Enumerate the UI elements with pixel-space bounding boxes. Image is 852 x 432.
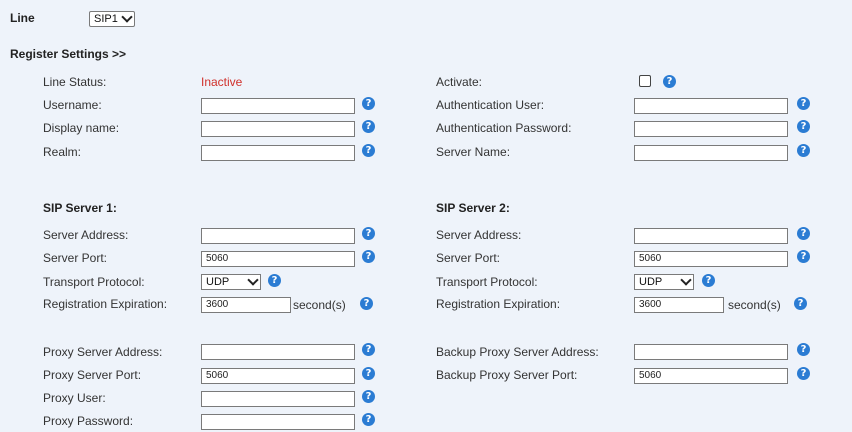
sip-server-2-title: SIP Server 2: xyxy=(436,201,510,215)
sip2-address-input[interactable] xyxy=(634,228,788,244)
sip1-expiration-label: Registration Expiration: xyxy=(43,297,168,311)
auth-password-input[interactable] xyxy=(634,121,788,137)
help-icon[interactable]: ? xyxy=(362,390,375,403)
backup-proxy-address-input[interactable] xyxy=(634,344,788,360)
help-icon[interactable]: ? xyxy=(362,413,375,426)
backup-proxy-port-label: Backup Proxy Server Port: xyxy=(436,368,578,382)
sip1-address-input[interactable] xyxy=(201,228,355,244)
help-icon[interactable]: ? xyxy=(362,144,375,157)
proxy-address-input[interactable] xyxy=(201,344,355,360)
help-icon[interactable]: ? xyxy=(797,97,810,110)
username-label: Username: xyxy=(43,98,102,112)
auth-user-input[interactable] xyxy=(634,98,788,114)
sip1-address-label: Server Address: xyxy=(43,228,129,242)
sip2-expiration-label: Registration Expiration: xyxy=(436,297,561,311)
chevron-down-icon xyxy=(247,274,259,286)
proxy-user-input[interactable] xyxy=(201,391,355,407)
help-icon[interactable]: ? xyxy=(362,227,375,240)
proxy-port-input[interactable]: 5060 xyxy=(201,368,355,384)
sip1-port-input[interactable]: 5060 xyxy=(201,251,355,267)
help-icon[interactable]: ? xyxy=(663,75,676,88)
help-icon[interactable]: ? xyxy=(702,274,715,287)
help-icon[interactable]: ? xyxy=(797,120,810,133)
sip2-expiration-input[interactable]: 3600 xyxy=(634,297,724,313)
help-icon[interactable]: ? xyxy=(797,367,810,380)
help-icon[interactable]: ? xyxy=(362,367,375,380)
sip2-address-label: Server Address: xyxy=(436,228,522,242)
help-icon[interactable]: ? xyxy=(362,250,375,263)
sip2-expiration-unit: second(s) xyxy=(728,298,781,312)
help-icon[interactable]: ? xyxy=(794,297,807,310)
line-status-label: Line Status: xyxy=(43,75,107,89)
username-input[interactable] xyxy=(201,98,355,114)
sip1-transport-value: UDP xyxy=(206,276,230,288)
help-icon[interactable]: ? xyxy=(360,297,373,310)
line-label: Line xyxy=(10,11,35,25)
sip1-port-label: Server Port: xyxy=(43,251,108,265)
display-name-label: Display name: xyxy=(43,121,120,135)
sip2-transport-label: Transport Protocol: xyxy=(436,275,538,289)
server-name-label: Server Name: xyxy=(436,145,511,159)
line-select[interactable]: SIP1 xyxy=(89,11,135,27)
sip1-expiration-unit: second(s) xyxy=(293,298,346,312)
auth-password-label: Authentication Password: xyxy=(436,121,572,135)
sip2-port-label: Server Port: xyxy=(436,251,501,265)
sip-server-1-title: SIP Server 1: xyxy=(43,201,117,215)
backup-proxy-address-label: Backup Proxy Server Address: xyxy=(436,345,599,359)
help-icon[interactable]: ? xyxy=(362,120,375,133)
help-icon[interactable]: ? xyxy=(797,144,810,157)
help-icon[interactable]: ? xyxy=(362,97,375,110)
sip2-port-input[interactable]: 5060 xyxy=(634,251,788,267)
help-icon[interactable]: ? xyxy=(362,343,375,356)
help-icon[interactable]: ? xyxy=(268,274,281,287)
server-name-input[interactable] xyxy=(634,145,788,161)
auth-user-label: Authentication User: xyxy=(436,98,545,112)
proxy-port-label: Proxy Server Port: xyxy=(43,368,142,382)
backup-proxy-port-input[interactable]: 5060 xyxy=(634,368,788,384)
proxy-user-label: Proxy User: xyxy=(43,391,106,405)
line-select-value: SIP1 xyxy=(94,13,118,25)
sip1-expiration-input[interactable]: 3600 xyxy=(201,297,291,313)
sip1-transport-select[interactable]: UDP xyxy=(201,274,261,290)
realm-input[interactable] xyxy=(201,145,355,161)
chevron-down-icon xyxy=(680,274,692,286)
chevron-down-icon xyxy=(121,11,133,23)
help-icon[interactable]: ? xyxy=(797,343,810,356)
register-settings-title[interactable]: Register Settings >> xyxy=(10,47,126,61)
sip2-transport-select[interactable]: UDP xyxy=(634,274,694,290)
activate-checkbox[interactable] xyxy=(639,75,651,87)
sip2-transport-value: UDP xyxy=(639,276,663,288)
display-name-input[interactable] xyxy=(201,121,355,137)
proxy-password-label: Proxy Password: xyxy=(43,414,134,428)
sip1-transport-label: Transport Protocol: xyxy=(43,275,145,289)
proxy-address-label: Proxy Server Address: xyxy=(43,345,163,359)
help-icon[interactable]: ? xyxy=(797,227,810,240)
line-status-value: Inactive xyxy=(201,75,243,89)
proxy-password-input[interactable] xyxy=(201,414,355,430)
activate-label: Activate: xyxy=(436,75,483,89)
realm-label: Realm: xyxy=(43,145,82,159)
help-icon[interactable]: ? xyxy=(797,250,810,263)
